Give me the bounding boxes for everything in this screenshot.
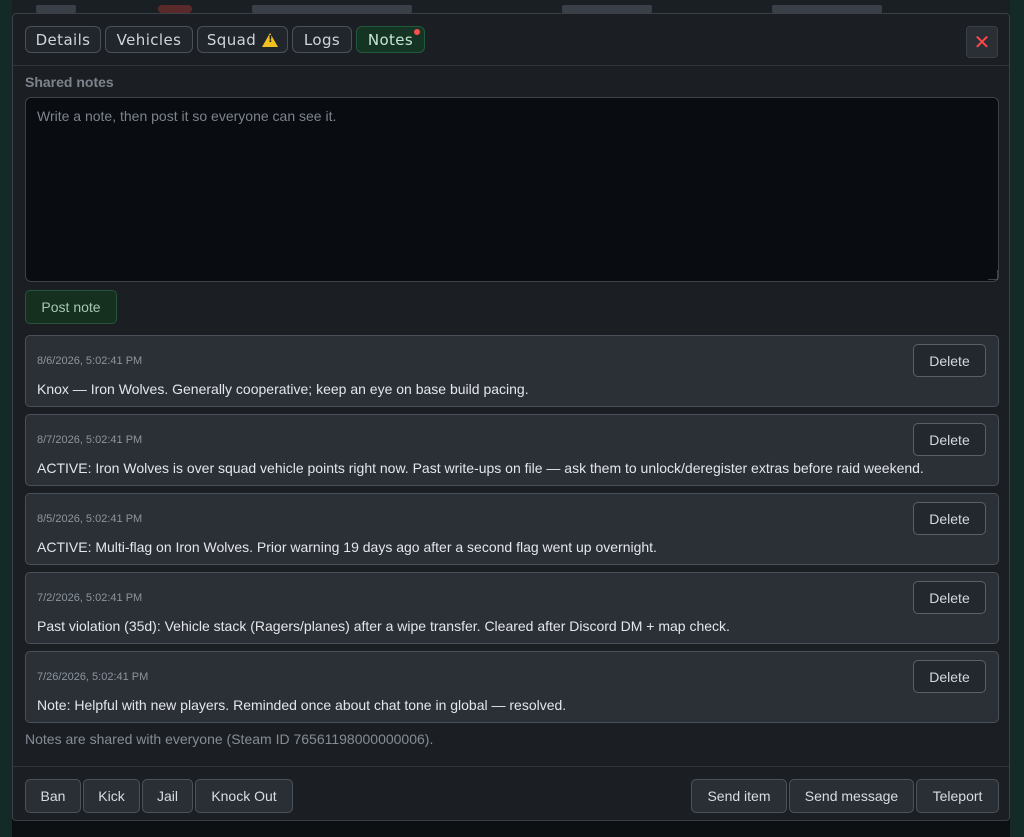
- note-card: 7/2/2026, 5:02:41 PM Past violation (35d…: [25, 572, 999, 644]
- kick-label: Kick: [98, 788, 125, 804]
- tab-vehicles[interactable]: Vehicles: [105, 26, 193, 53]
- delete-note-button[interactable]: Delete: [913, 502, 986, 535]
- close-icon: ✕: [973, 30, 991, 54]
- unread-dot-icon: [414, 29, 420, 35]
- tab-logs[interactable]: Logs: [292, 26, 352, 53]
- notes-list: 8/6/2026, 5:02:41 PM Knox — Iron Wolves.…: [25, 335, 999, 730]
- background-table-row: [12, 0, 1010, 14]
- send-item-button[interactable]: Send item: [691, 779, 787, 813]
- ban-button[interactable]: Ban: [25, 779, 81, 813]
- note-timestamp: 8/7/2026, 5:02:41 PM: [37, 434, 143, 446]
- tab-notes[interactable]: Notes: [356, 26, 425, 53]
- section-label: Shared notes: [25, 74, 114, 90]
- note-card: 8/5/2026, 5:02:41 PM ACTIVE: Multi-flag …: [25, 493, 999, 565]
- delete-note-button[interactable]: Delete: [913, 423, 986, 456]
- knock-out-label: Knock Out: [211, 788, 277, 804]
- note-text: ACTIVE: Multi-flag on Iron Wolves. Prior…: [37, 539, 657, 555]
- send-message-label: Send message: [804, 788, 899, 804]
- teleport-button[interactable]: Teleport: [916, 779, 999, 813]
- warning-icon: [262, 32, 279, 47]
- note-input[interactable]: [25, 97, 999, 282]
- kick-button[interactable]: Kick: [83, 779, 140, 813]
- delete-label: Delete: [929, 352, 970, 369]
- resize-grip-icon[interactable]: [988, 270, 998, 280]
- note-card: 7/26/2026, 5:02:41 PM Note: Helpful with…: [25, 651, 999, 723]
- background-page-edge: [1010, 0, 1024, 837]
- tab-bar: Details Vehicles Squad Logs Notes ✕: [13, 14, 1009, 66]
- action-bar: Ban Kick Jail Knock Out Send item Send m…: [13, 766, 1009, 822]
- player-modal: Details Vehicles Squad Logs Notes ✕ Shar…: [12, 13, 1010, 821]
- tab-label: Logs: [303, 30, 341, 49]
- tab-label: Squad: [206, 30, 257, 49]
- jail-label: Jail: [156, 788, 178, 804]
- tab-squad[interactable]: Squad: [197, 26, 288, 53]
- delete-label: Delete: [929, 510, 970, 527]
- ban-label: Ban: [40, 788, 66, 804]
- tab-label: Details: [35, 30, 91, 49]
- note-timestamp: 8/5/2026, 5:02:41 PM: [37, 513, 143, 525]
- delete-note-button[interactable]: Delete: [913, 660, 986, 693]
- note-text: Knox — Iron Wolves. Generally cooperativ…: [37, 381, 529, 397]
- note-text: Past violation (35d): Vehicle stack (Rag…: [37, 618, 730, 634]
- note-card: 8/6/2026, 5:02:41 PM Knox — Iron Wolves.…: [25, 335, 999, 407]
- note-text: Note: Helpful with new players. Reminded…: [37, 697, 567, 713]
- delete-label: Delete: [929, 431, 970, 448]
- notes-footnote: Notes are shared with everyone (Steam ID…: [25, 731, 434, 747]
- note-text: ACTIVE: Iron Wolves is over squad vehicl…: [37, 460, 924, 476]
- post-note-label: Post note: [41, 299, 101, 315]
- note-timestamp: 8/6/2026, 5:02:41 PM: [37, 355, 143, 367]
- note-timestamp: 7/26/2026, 5:02:41 PM: [37, 671, 149, 683]
- delete-note-button[interactable]: Delete: [913, 344, 986, 377]
- tab-label: Notes: [367, 30, 414, 49]
- knock-out-button[interactable]: Knock Out: [195, 779, 293, 813]
- delete-note-button[interactable]: Delete: [913, 581, 986, 614]
- delete-label: Delete: [929, 589, 970, 606]
- teleport-label: Teleport: [932, 788, 983, 804]
- note-timestamp: 7/2/2026, 5:02:41 PM: [37, 592, 143, 604]
- tab-label: Vehicles: [116, 30, 182, 49]
- background-page-edge: [0, 0, 12, 837]
- post-note-button[interactable]: Post note: [25, 290, 117, 324]
- close-button[interactable]: ✕: [966, 26, 998, 58]
- note-card: 8/7/2026, 5:02:41 PM ACTIVE: Iron Wolves…: [25, 414, 999, 486]
- delete-label: Delete: [929, 668, 970, 685]
- tab-details[interactable]: Details: [25, 26, 101, 53]
- send-item-label: Send item: [707, 788, 771, 804]
- jail-button[interactable]: Jail: [142, 779, 193, 813]
- send-message-button[interactable]: Send message: [789, 779, 914, 813]
